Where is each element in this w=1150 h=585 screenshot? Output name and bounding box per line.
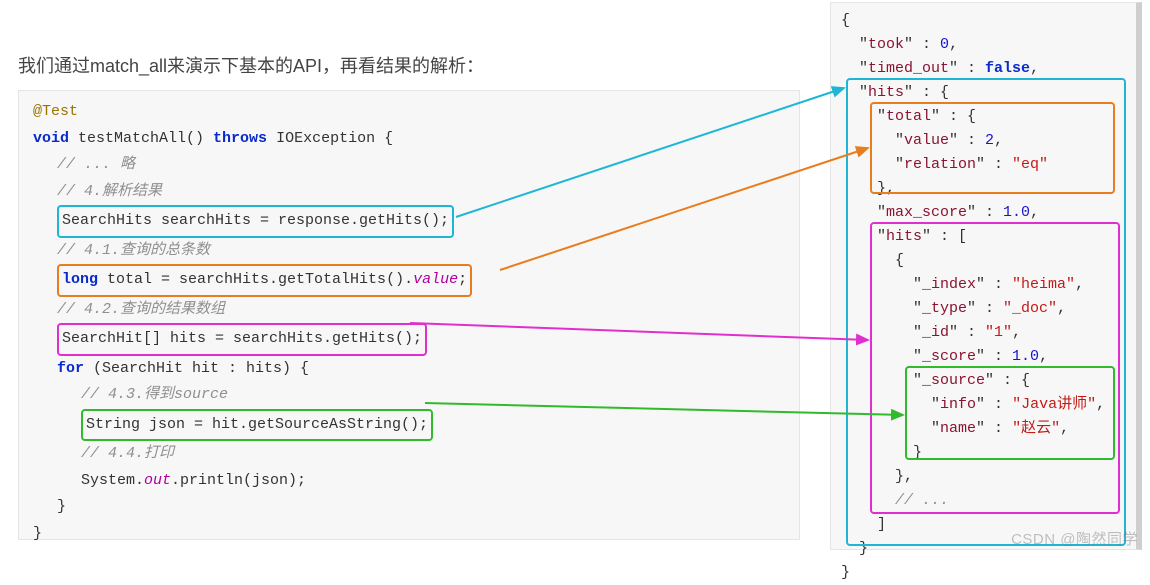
kw-long: long	[62, 271, 98, 288]
total-end: ;	[458, 271, 467, 288]
annotation: @Test	[33, 103, 78, 120]
kw-void: void	[33, 130, 69, 147]
kw-throws: throws	[213, 130, 267, 147]
method-name: testMatchAll()	[69, 130, 213, 147]
comment-skip: // ... 略	[33, 152, 785, 179]
comment-4: // 4.解析结果	[33, 179, 785, 206]
highlight-hits-array: SearchHit[] hits = searchHits.getHits();	[57, 323, 427, 356]
comment-43: // 4.3.得到source	[33, 382, 785, 409]
intro-text: 我们通过match_all来演示下基本的API，再看结果的解析：	[18, 52, 484, 78]
kw-for: for	[57, 360, 84, 377]
comment-44: // 4.4.打印	[33, 441, 785, 468]
comment-41: // 4.1.查询的总条数	[33, 238, 785, 265]
comment-42: // 4.2.查询的结果数组	[33, 297, 785, 324]
total-mid: total = searchHits.getTotalHits().	[98, 271, 413, 288]
json-box-source	[905, 366, 1115, 460]
brace-outer: }	[33, 521, 785, 548]
print-a: System.	[81, 472, 144, 489]
field-value: value	[413, 271, 458, 288]
print-b: .println(json);	[171, 472, 306, 489]
exception-type: IOException {	[267, 130, 393, 147]
json-close: }	[841, 561, 1126, 585]
highlight-source: String json = hit.getSourceAsString();	[81, 409, 433, 442]
for-rest: (SearchHit hit : hits) {	[84, 360, 309, 377]
highlight-total: long total = searchHits.getTotalHits().v…	[57, 264, 472, 297]
json-open: {	[841, 9, 1126, 33]
brace-inner: }	[33, 494, 785, 521]
json-box-total	[870, 102, 1115, 194]
watermark: CSDN @陶然同学	[1011, 528, 1138, 549]
print-out: out	[144, 472, 171, 489]
highlight-searchhits: SearchHits searchHits = response.getHits…	[57, 205, 454, 238]
java-code-block: @Test void testMatchAll() throws IOExcep…	[18, 90, 800, 540]
